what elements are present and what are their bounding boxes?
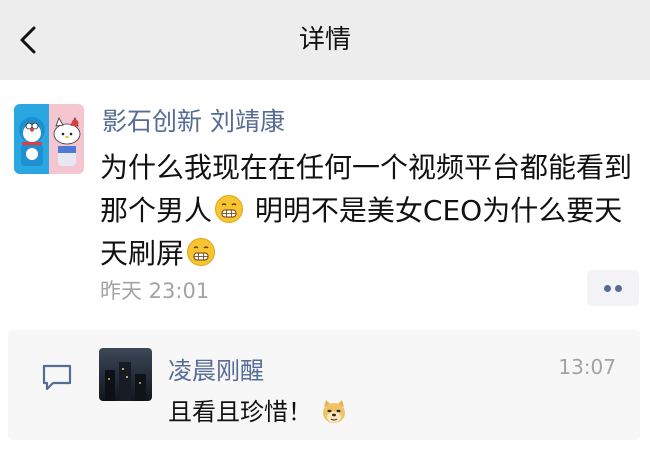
more-dot-icon (604, 285, 611, 292)
grimace-emoji-icon (215, 195, 244, 223)
comment-text: 且看且珍惜！ (168, 392, 350, 427)
author-name[interactable]: 影石创新 刘靖康 (102, 102, 285, 138)
comment-timestamp: 13:07 (558, 355, 616, 379)
comment-text-content: 且看且珍惜！ (168, 398, 312, 426)
post-timestamp: 昨天 23:01 (100, 279, 210, 303)
more-actions-button[interactable] (587, 270, 639, 306)
more-dot-icon (615, 285, 622, 292)
post-content: 为什么我现在在任何一个视频平台都能看到那个男人 明明不是美女CEO为什么要天天刷… (100, 146, 645, 275)
grimace-emoji-icon (187, 238, 216, 266)
commenter-avatar[interactable] (99, 348, 152, 401)
commenter-name[interactable]: 凌晨刚醒 (168, 351, 264, 386)
doge-emoji-icon (323, 400, 345, 423)
nav-bar: 详情 (0, 0, 650, 80)
author-avatar[interactable] (14, 104, 84, 174)
page-title: 详情 (298, 25, 351, 55)
comment-icon (42, 364, 72, 391)
